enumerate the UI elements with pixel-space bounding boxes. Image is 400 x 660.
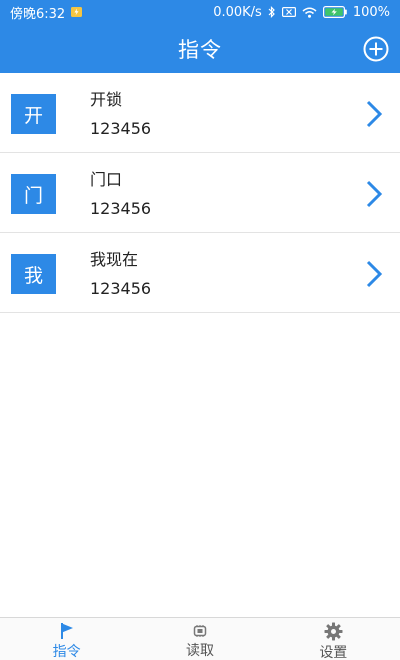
app-header: 傍晚6:32 0.00K/s 100% 指令	[0, 0, 400, 73]
chip-icon	[193, 622, 207, 639]
plus-circle-icon	[363, 36, 389, 62]
tab-label: 设置	[319, 645, 348, 660]
status-bar: 傍晚6:32 0.00K/s 100%	[0, 0, 400, 24]
tab-label: 读取	[185, 643, 214, 659]
chevron-right-icon	[366, 260, 383, 288]
command-title: 我现在	[90, 250, 139, 269]
command-badge: 开	[11, 94, 56, 134]
page-title: 指令	[178, 37, 222, 62]
battery-charging-icon	[322, 6, 347, 18]
status-time: 傍晚6:32	[10, 6, 66, 22]
command-item-now[interactable]: 我 我现在 123456	[0, 233, 400, 313]
flag-icon	[59, 622, 75, 640]
command-badge: 门	[11, 174, 56, 214]
gear-icon	[324, 622, 343, 641]
tab-label: 指令	[52, 644, 81, 660]
notification-icon	[71, 7, 83, 17]
tab-commands[interactable]: 指令	[0, 618, 133, 660]
command-item-unlock[interactable]: 开 开锁 123456	[0, 73, 400, 153]
bluetooth-icon	[268, 6, 276, 18]
wifi-icon	[302, 7, 317, 18]
chevron-right-icon	[366, 100, 383, 128]
tab-settings[interactable]: 设置	[267, 618, 400, 660]
network-speed: 0.00K/s	[213, 4, 262, 20]
battery-level: 100%	[352, 4, 390, 20]
no-sim-icon	[281, 7, 296, 17]
command-badge: 我	[11, 254, 56, 294]
command-title: 门口	[90, 170, 123, 189]
command-list: 开 开锁 123456 门 门口 123456 我 我现在 123456	[0, 73, 400, 313]
chevron-right-icon	[366, 180, 383, 208]
tab-read[interactable]: 读取	[133, 618, 266, 660]
command-code: 123456	[90, 119, 152, 138]
bottom-tab-bar: 指令 读取 设置	[0, 617, 400, 660]
command-title: 开锁	[90, 90, 123, 109]
command-item-door[interactable]: 门 门口 123456	[0, 153, 400, 233]
add-command-button[interactable]	[363, 36, 389, 62]
command-code: 123456	[90, 279, 152, 298]
title-bar: 指令	[0, 24, 400, 73]
command-code: 123456	[90, 199, 152, 218]
